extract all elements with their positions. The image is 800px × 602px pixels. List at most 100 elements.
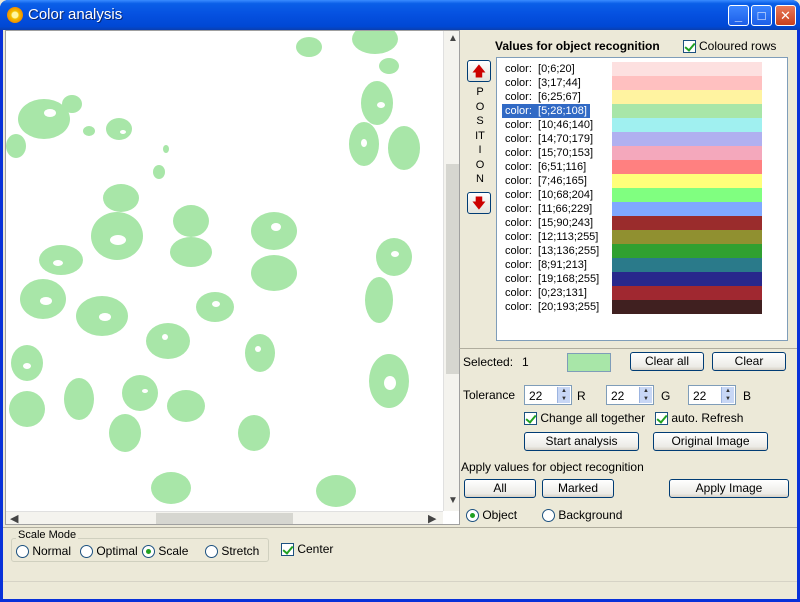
list-item-label: color: [13;136;255]	[505, 245, 600, 257]
marked-button[interactable]: Marked	[542, 479, 614, 498]
radio-icon[interactable]	[542, 509, 555, 523]
list-item-color-swatch	[612, 258, 762, 272]
list-item-color-swatch	[612, 104, 762, 118]
image-viewer[interactable]: ▲ ▼ ◀ ▶	[5, 30, 460, 525]
vertical-scroll-thumb[interactable]	[446, 164, 459, 374]
list-item-label: color: [10;46;140]	[505, 119, 594, 131]
list-item-label: color: [12;113;255]	[505, 231, 599, 243]
list-item[interactable]: color: [15;90;243]	[501, 216, 783, 230]
scale-mode-title: Scale Mode	[16, 529, 79, 541]
spinner-updown-icon[interactable]: ▲ ▼	[557, 387, 570, 403]
list-item-label: color: [20;193;255]	[505, 301, 600, 313]
list-item[interactable]: color: [15;70;153]	[501, 146, 783, 160]
list-item[interactable]: color: [20;193;255]	[501, 300, 783, 314]
tolerance-g-value[interactable]: 22	[611, 389, 624, 403]
horizontal-scroll-thumb[interactable]	[156, 513, 293, 524]
tolerance-g-spinner[interactable]: 22 ▲ ▼	[606, 385, 654, 405]
background-radio[interactable]: Background	[542, 508, 622, 523]
change-all-together-checkbox[interactable]: Change all together	[524, 411, 645, 426]
tolerance-label: Tolerance	[463, 388, 516, 402]
apply-values-label: Apply values for object recognition	[461, 460, 644, 474]
scroll-down-icon[interactable]: ▼	[448, 495, 458, 506]
list-item[interactable]: color: [5;28;108]	[501, 104, 783, 118]
red-up-arrow-icon: 🡅	[471, 63, 487, 79]
move-up-button[interactable]: 🡅	[467, 60, 491, 82]
scroll-up-icon[interactable]: ▲	[448, 33, 458, 44]
red-down-arrow-icon: 🡇	[471, 195, 487, 211]
original-image-button[interactable]: Original Image	[653, 432, 768, 451]
scale-normal-radio[interactable]: Normal	[16, 544, 71, 559]
center-checkbox[interactable]: Center	[281, 542, 333, 557]
position-letters: POSITION	[475, 86, 485, 185]
tolerance-r-value[interactable]: 22	[529, 389, 542, 403]
list-item[interactable]: color: [10;68;204]	[501, 188, 783, 202]
radio-icon[interactable]	[205, 545, 218, 559]
r-label: R	[577, 389, 586, 403]
vertical-scrollbar[interactable]: ▲ ▼	[443, 31, 459, 511]
window-title: Color analysis	[28, 6, 123, 23]
list-item[interactable]: color: [7;46;165]	[501, 174, 783, 188]
start-analysis-button[interactable]: Start analysis	[524, 432, 639, 451]
client-area: ▲ ▼ ◀ ▶ Values for object recognition Co…	[3, 30, 797, 599]
b-label: B	[743, 389, 752, 403]
radio-icon[interactable]	[16, 545, 29, 559]
clear-all-button[interactable]: Clear all	[630, 352, 704, 371]
coloured-rows-checkbox[interactable]: Coloured rows	[683, 39, 776, 54]
selected-color-swatch	[567, 353, 611, 372]
maximize-button[interactable]: □	[751, 5, 772, 26]
clear-button[interactable]: Clear	[712, 352, 786, 371]
list-item[interactable]: color: [19;168;255]	[501, 272, 783, 286]
list-item[interactable]: color: [6;25;67]	[501, 90, 783, 104]
list-item-label: color: [15;70;153]	[505, 147, 594, 159]
checkbox-check-icon[interactable]	[655, 412, 668, 426]
list-item-label: color: [0;6;20]	[505, 63, 575, 75]
list-item[interactable]: color: [0;6;20]	[501, 62, 783, 76]
list-item-color-swatch	[612, 90, 762, 104]
all-button[interactable]: All	[464, 479, 536, 498]
list-item-color-swatch	[612, 76, 762, 90]
list-item[interactable]: color: [6;51;116]	[501, 160, 783, 174]
minimize-button[interactable]: _	[728, 5, 749, 26]
list-item[interactable]: color: [0;23;131]	[501, 286, 783, 300]
list-item-color-swatch	[612, 118, 762, 132]
spinner-updown-icon[interactable]: ▲ ▼	[721, 387, 734, 403]
list-item[interactable]: color: [14;70;179]	[501, 132, 783, 146]
list-item-color-swatch	[612, 160, 762, 174]
tolerance-b-spinner[interactable]: 22 ▲ ▼	[688, 385, 736, 405]
checkbox-check-icon[interactable]	[524, 412, 537, 426]
list-item-color-swatch	[612, 230, 762, 244]
color-values-list[interactable]: color: [0;6;20] color: [3;17;44] color: [6…	[496, 57, 788, 341]
radio-icon[interactable]	[80, 545, 93, 559]
title-bar[interactable]: Color analysis _ □ ✕	[0, 0, 800, 30]
list-item-color-swatch	[612, 174, 762, 188]
spinner-updown-icon[interactable]: ▲ ▼	[639, 387, 652, 403]
radio-selected-icon[interactable]	[142, 545, 155, 559]
list-item-label: color: [5;28;108]	[502, 104, 590, 118]
list-item[interactable]: color: [8;91;213]	[501, 258, 783, 272]
radio-selected-icon[interactable]	[466, 509, 479, 523]
list-item[interactable]: color: [12;113;255]	[501, 230, 783, 244]
scroll-left-icon[interactable]: ◀	[10, 512, 18, 524]
checkbox-check-icon[interactable]	[281, 543, 294, 557]
object-radio[interactable]: Object	[466, 508, 517, 523]
list-item-label: color: [7;46;165]	[505, 175, 587, 187]
selected-label: Selected:	[463, 355, 514, 369]
scale-scale-radio[interactable]: Scale	[142, 544, 188, 559]
scale-stretch-radio[interactable]: Stretch	[205, 544, 259, 559]
auto-refresh-checkbox[interactable]: auto. Refresh	[655, 411, 743, 426]
move-down-button[interactable]: 🡇	[467, 192, 491, 214]
list-item-label: color: [11;66;229]	[505, 203, 593, 215]
coloured-rows-check-icon[interactable]	[683, 40, 696, 54]
horizontal-scrollbar[interactable]: ◀ ▶	[6, 511, 443, 524]
close-button[interactable]: ✕	[775, 5, 796, 26]
list-item[interactable]: color: [11;66;229]	[501, 202, 783, 216]
scale-optimal-radio[interactable]: Optimal	[80, 544, 138, 559]
list-item[interactable]: color: [10;46;140]	[501, 118, 783, 132]
tolerance-r-spinner[interactable]: 22 ▲ ▼	[524, 385, 572, 405]
scroll-right-icon[interactable]: ▶	[428, 512, 436, 524]
list-item[interactable]: color: [13;136;255]	[501, 244, 783, 258]
list-item-color-swatch	[612, 300, 762, 314]
apply-image-button[interactable]: Apply Image	[669, 479, 789, 498]
tolerance-b-value[interactable]: 22	[693, 389, 706, 403]
list-item[interactable]: color: [3;17;44]	[501, 76, 783, 90]
